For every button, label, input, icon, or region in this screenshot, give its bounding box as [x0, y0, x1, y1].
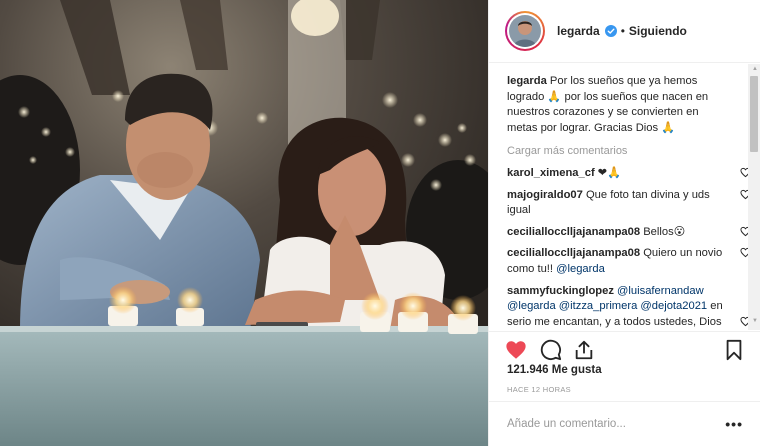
- bookmark-icon[interactable]: [723, 339, 745, 361]
- comment-mention[interactable]: @itzza_primera: [559, 300, 638, 312]
- scroll-down-arrow-icon[interactable]: ▼: [752, 318, 758, 324]
- scroll-up-arrow-icon[interactable]: ▲: [752, 66, 758, 72]
- author-avatar[interactable]: [505, 11, 545, 51]
- scrollbar-thumb[interactable]: [750, 76, 758, 152]
- photo-illustration: [0, 0, 488, 446]
- post-photo[interactable]: [0, 0, 488, 446]
- post-timestamp: HACE 12 HORAS: [507, 385, 571, 394]
- comment-icon[interactable]: [540, 339, 562, 361]
- avatar-portrait: [509, 15, 541, 47]
- comment-text: Bellos😮: [643, 225, 686, 238]
- verified-badge-icon: [604, 25, 617, 37]
- header-separator: •: [620, 24, 625, 38]
- post-side-panel: legarda • Siguiendo legarda Por los sueñ…: [488, 0, 760, 446]
- post-caption: legarda Por los sueños que ya hemos logr…: [507, 74, 731, 136]
- add-comment-bar: •••: [489, 401, 760, 446]
- comment-mention[interactable]: @luisafernandaw: [617, 285, 704, 297]
- caption-username[interactable]: legarda: [507, 75, 547, 87]
- comment-username[interactable]: sammyfuckinglopez: [507, 285, 614, 297]
- more-options-button[interactable]: •••: [725, 416, 743, 432]
- comment-item: karol_ximena_cf ❤🙏: [507, 166, 751, 182]
- author-username[interactable]: legarda: [557, 24, 600, 38]
- post-header: legarda • Siguiendo: [489, 0, 760, 63]
- comment-item: ceciliallocclljajanampa08 Quiero un novi…: [507, 246, 751, 277]
- share-icon[interactable]: [573, 339, 595, 361]
- follow-status-button[interactable]: Siguiendo: [629, 24, 687, 38]
- comment-username[interactable]: majogiraldo07: [507, 189, 583, 201]
- heart-icon[interactable]: [505, 339, 527, 361]
- comment-item: sammyfuckinglopez @luisafernandaw @legar…: [507, 284, 751, 330]
- comments-list[interactable]: legarda Por los sueños que ya hemos logr…: [489, 64, 760, 330]
- likes-count[interactable]: 121.946 Me gusta: [507, 364, 602, 376]
- load-more-comments-button[interactable]: Cargar más comentarios: [507, 144, 731, 160]
- comment-username[interactable]: karol_ximena_cf: [507, 167, 595, 179]
- comment-mention[interactable]: @dejota2021: [640, 300, 707, 312]
- comment-item: ceciliallocclljajanampa08 Bellos😮: [507, 225, 751, 241]
- comment-username[interactable]: ceciliallocclljajanampa08: [507, 226, 640, 238]
- add-comment-input[interactable]: [507, 418, 726, 430]
- avatar-image: [509, 15, 541, 47]
- instagram-post-modal: legarda • Siguiendo legarda Por los sueñ…: [0, 0, 760, 446]
- comment-mention[interactable]: @legarda: [507, 300, 556, 312]
- comment-text: ❤🙏: [597, 166, 622, 179]
- comment-mention[interactable]: @legarda: [556, 263, 605, 275]
- comment-item: majogiraldo07 Que foto tan divina y uds …: [507, 188, 751, 219]
- comment-username[interactable]: ceciliallocclljajanampa08: [507, 247, 640, 259]
- post-actions-bar: [489, 331, 760, 367]
